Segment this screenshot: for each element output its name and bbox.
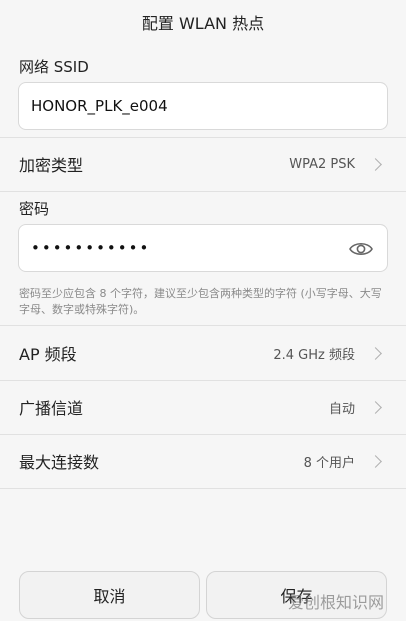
encryption-label: 加密类型 bbox=[19, 156, 84, 175]
max-connections-label: 最大连接数 bbox=[19, 453, 100, 472]
chevron-right-icon bbox=[369, 157, 382, 171]
channel-value: 自动 bbox=[328, 401, 355, 417]
divider bbox=[0, 191, 406, 192]
channel-label: 广播信道 bbox=[19, 399, 84, 418]
ssid-label: 网络 SSID bbox=[19, 58, 89, 76]
watermark: 爱创根知识网 bbox=[287, 593, 384, 612]
channel-row[interactable]: 广播信道 自动 bbox=[0, 380, 406, 434]
divider bbox=[0, 488, 406, 489]
band-value: 2.4 GHz 频段 bbox=[273, 347, 355, 363]
encryption-value: WPA2 PSK bbox=[289, 156, 355, 172]
password-label: 密码 bbox=[19, 200, 50, 218]
password-hint: 密码至少应包含 8 个字符，建议至少包含两种类型的字符 (小写字母、大写字母、数… bbox=[19, 287, 382, 316]
band-label: AP 频段 bbox=[19, 345, 77, 364]
password-input[interactable]: ••••••••••• bbox=[18, 224, 388, 272]
chevron-right-icon bbox=[369, 400, 382, 414]
eye-icon[interactable] bbox=[349, 239, 373, 259]
max-connections-row[interactable]: 最大连接数 8 个用户 bbox=[0, 434, 406, 488]
ssid-input[interactable]: HONOR_PLK_e004 bbox=[18, 82, 388, 130]
cancel-button[interactable]: 取消 bbox=[19, 571, 200, 619]
page-title: 配置 WLAN 热点 bbox=[0, 0, 406, 44]
chevron-right-icon bbox=[369, 346, 382, 360]
ssid-value: HONOR_PLK_e004 bbox=[31, 97, 168, 115]
chevron-right-icon bbox=[369, 454, 382, 468]
band-row[interactable]: AP 频段 2.4 GHz 频段 bbox=[0, 326, 406, 380]
max-connections-value: 8 个用户 bbox=[303, 455, 355, 471]
password-value: ••••••••••• bbox=[31, 239, 151, 257]
encryption-row[interactable]: 加密类型 WPA2 PSK bbox=[0, 137, 406, 191]
